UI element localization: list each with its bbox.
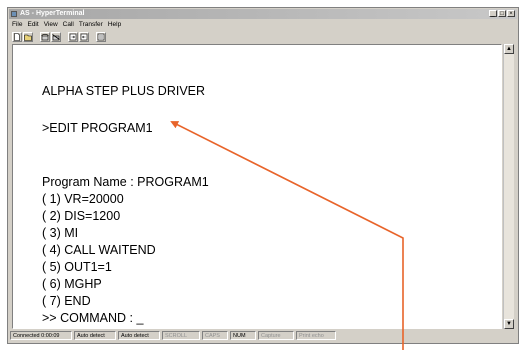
scroll-down-icon[interactable]: ▼ (504, 319, 514, 329)
program-line: ( 4) CALL WAITEND (42, 243, 156, 257)
program-line: ( 3) MI (42, 226, 79, 240)
program-line: ( 6) MGHP (42, 277, 102, 291)
program-line: ( 2) DIS=1200 (42, 209, 121, 223)
send-icon[interactable] (68, 32, 78, 42)
status-detect-1: Auto detect (74, 331, 116, 340)
status-print-echo: Print echo (296, 331, 336, 340)
open-icon[interactable] (23, 32, 33, 42)
minimize-button[interactable]: _ (489, 10, 497, 17)
status-connected: Connected 0:00:09 (10, 331, 72, 340)
receive-icon[interactable] (79, 32, 89, 42)
menu-bar: File Edit View Call Transfer Help (10, 20, 121, 30)
status-detect-2: Auto detect (118, 331, 160, 340)
terminal-command: >EDIT PROGRAM1 (42, 121, 153, 135)
terminal-header: ALPHA STEP PLUS DRIVER (42, 84, 206, 98)
hyperterminal-window: AS - HyperTerminal _ □ × File Edit View … (7, 7, 519, 344)
program-line: ( 5) OUT1=1 (42, 260, 112, 274)
app-icon (11, 11, 17, 17)
phone-icon[interactable] (40, 32, 50, 42)
status-scroll: SCROLL (162, 331, 200, 340)
properties-icon[interactable] (96, 32, 106, 42)
window-title: AS - HyperTerminal (20, 10, 85, 17)
terminal-screen[interactable]: ALPHA STEP PLUS DRIVER >EDIT PROGRAM1 Pr… (12, 44, 502, 329)
title-bar[interactable]: AS - HyperTerminal _ □ × (9, 9, 517, 19)
new-icon[interactable] (12, 32, 22, 42)
menu-edit[interactable]: Edit (27, 20, 38, 30)
status-caps: CAPS (202, 331, 228, 340)
menu-view[interactable]: View (44, 20, 58, 30)
status-num: NUM (230, 331, 256, 340)
menu-file[interactable]: File (12, 20, 22, 30)
program-line: ( 7) END (42, 294, 91, 308)
menu-transfer[interactable]: Transfer (79, 20, 103, 30)
menu-help[interactable]: Help (108, 20, 121, 30)
close-button[interactable]: × (507, 10, 515, 17)
terminal-prompt: >> COMMAND : _ (42, 311, 144, 325)
scroll-up-icon[interactable]: ▲ (504, 44, 514, 54)
toolbar (10, 31, 106, 43)
status-bar: Connected 0:00:09 Auto detect Auto detec… (10, 331, 516, 342)
hangup-icon[interactable] (51, 32, 61, 42)
status-capture: Capture (258, 331, 294, 340)
terminal-program-name: Program Name : PROGRAM1 (42, 175, 209, 189)
vertical-scrollbar[interactable]: ▲ ▼ (503, 44, 514, 329)
maximize-button[interactable]: □ (498, 10, 506, 17)
program-line: ( 1) VR=20000 (42, 192, 124, 206)
menu-call[interactable]: Call (63, 20, 74, 30)
window-controls: _ □ × (489, 10, 515, 17)
